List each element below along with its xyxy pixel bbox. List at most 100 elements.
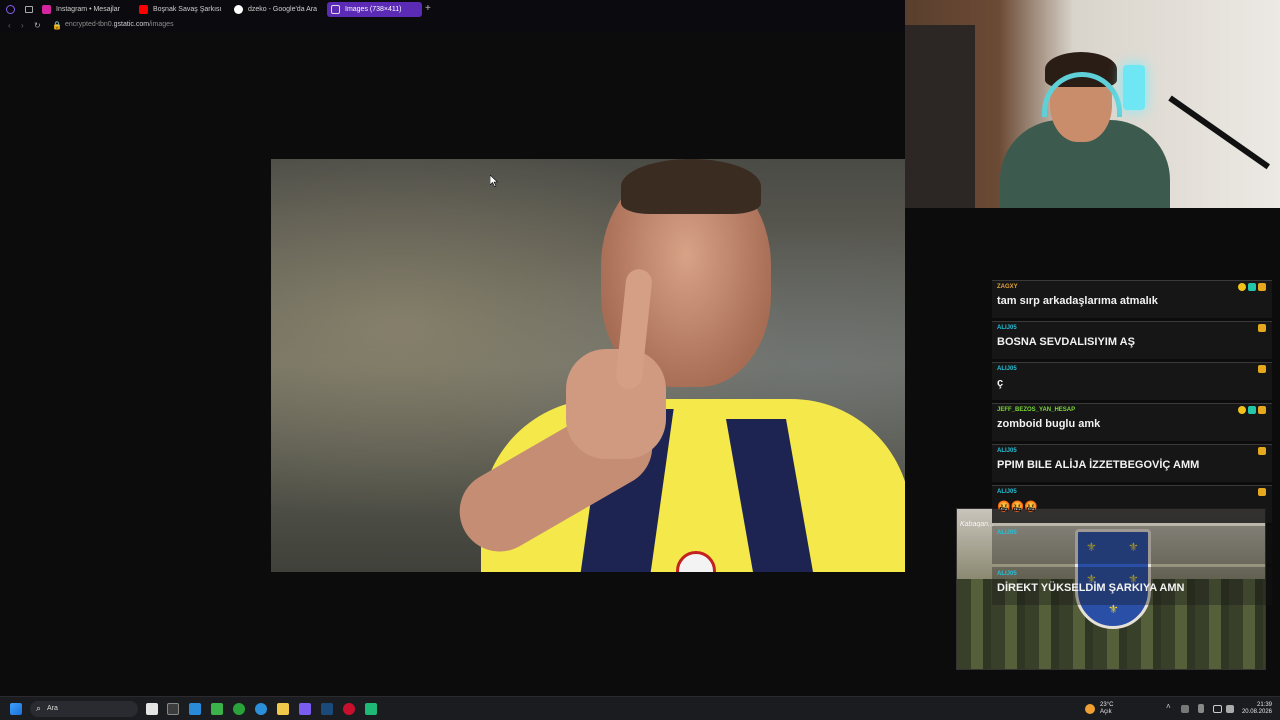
chat-username[interactable]: ZAGXY <box>997 284 1018 290</box>
webcam-door <box>905 25 975 208</box>
crown-badge-icon <box>1258 447 1266 455</box>
chat-emotes: 🤬🤬🤬 <box>997 501 1039 513</box>
chat-text: ç <box>997 377 1004 389</box>
tab-instagram[interactable]: Instagram • Mesajlar <box>38 2 133 17</box>
address-bar-row: ‹ › ↻ 🔒 encrypted-tbn0.gstatic.com/image… <box>0 19 905 33</box>
youtube-icon <box>139 5 148 14</box>
tab-label: dzeko - Google'da Ara <box>248 6 318 13</box>
coin-badge-icon <box>1238 283 1246 291</box>
speaker-icon[interactable] <box>1226 705 1234 713</box>
microphone-arm <box>1168 95 1271 170</box>
reload-icon[interactable]: ↻ <box>34 21 41 30</box>
chat-text: zomboid buglu amk <box>997 418 1101 430</box>
chat-message: ALIJ05 PPIM BILE ALİJA İZZETBEGOVİÇ AMM <box>992 444 1272 482</box>
chevron-up-icon[interactable]: ˄ <box>1166 702 1171 711</box>
crown-badge-icon <box>1258 406 1266 414</box>
clock[interactable]: 21:39 20.08.2026 <box>1236 702 1272 716</box>
chat-text: tam sırp arkadaşlarıma atmalık <box>997 295 1158 307</box>
file-explorer-icon[interactable] <box>277 703 289 715</box>
webcam-feed <box>905 0 1280 208</box>
new-tab-button[interactable]: + <box>425 3 431 14</box>
tab-overview-icon[interactable] <box>25 6 33 13</box>
tab-google[interactable]: dzeko - Google'da Ara <box>230 2 322 17</box>
weather-temp: 23°C <box>1100 702 1114 708</box>
overlay-label: Kabaqan... <box>960 521 994 528</box>
vscode-icon[interactable] <box>189 703 201 715</box>
chat-badges <box>1238 406 1266 414</box>
mic-icon[interactable] <box>1198 704 1204 713</box>
forward-icon[interactable]: › <box>21 21 24 30</box>
clock-date: 20.08.2026 <box>1241 709 1272 715</box>
tab-label: Instagram • Mesajlar <box>56 6 120 13</box>
chat-username[interactable]: JEFF_BEZOS_YAN_HESAP <box>997 407 1075 413</box>
tab-label: Images (738×411) <box>345 6 402 13</box>
lock-icon: 🔒 <box>52 21 62 30</box>
player-hair <box>621 159 761 214</box>
mouse-cursor-icon <box>490 175 498 187</box>
bolt-badge-icon <box>1248 406 1256 414</box>
tab-label: Boşnak Savaş Şarkısı <box>153 6 222 13</box>
url-prefix: encrypted-tbn0. <box>65 21 114 28</box>
stream-chat: ZAGXY tam sırp arkadaşlarıma atmalık ALI… <box>992 280 1272 610</box>
url-domain: gstatic.com <box>113 21 150 28</box>
weather-widget[interactable]: 23°C Açık <box>1100 702 1113 716</box>
obs-icon[interactable] <box>365 703 377 715</box>
network-icon[interactable] <box>1181 705 1189 713</box>
chat-username[interactable]: ALIJ05 <box>997 530 1017 536</box>
monitor-icon[interactable] <box>1213 705 1222 713</box>
crown-badge-icon <box>1258 488 1266 496</box>
clock-time: 21:39 <box>1256 702 1272 708</box>
chat-badges <box>1238 283 1266 291</box>
chat-username[interactable]: ALIJ05 <box>997 448 1017 454</box>
coin-badge-icon <box>1238 406 1246 414</box>
xbox-icon[interactable] <box>233 703 245 715</box>
chat-text: PPIM BILE ALİJA İZZETBEGOVİÇ AMM <box>997 459 1200 471</box>
terminal-icon[interactable] <box>167 703 179 715</box>
search-icon: ⌕ <box>36 703 42 713</box>
back-icon[interactable]: ‹ <box>8 21 11 30</box>
rgb-lamp <box>1123 65 1145 110</box>
chat-message: ALIJ05 <box>992 526 1272 564</box>
instagram-icon <box>42 5 51 14</box>
chat-message: ALIJ05 DİREKT YÜKSELDİM ŞARKIYA AMN <box>992 567 1272 605</box>
displayed-image[interactable] <box>271 159 905 572</box>
chat-message: ALIJ05 ç <box>992 362 1272 400</box>
crown-badge-icon <box>1258 365 1266 373</box>
chat-badges <box>1258 324 1266 332</box>
opera-icon[interactable] <box>343 703 355 715</box>
chat-message: JEFF_BEZOS_YAN_HESAP zomboid buglu amk <box>992 403 1272 441</box>
steam-icon[interactable] <box>321 703 333 715</box>
weather-icon[interactable] <box>1085 704 1095 714</box>
chat-username[interactable]: ALIJ05 <box>997 489 1017 495</box>
taskbar-search[interactable]: ⌕ Ara <box>30 701 138 717</box>
chat-badges <box>1258 488 1266 496</box>
tab-youtube[interactable]: Boşnak Savaş Şarkısı <box>135 2 225 17</box>
discord-icon[interactable] <box>299 703 311 715</box>
chat-username[interactable]: ALIJ05 <box>997 571 1017 577</box>
weather-desc: Açık <box>1100 709 1112 715</box>
chat-message: ALIJ05 BOSNA SEVDALISIYIM AŞ <box>992 321 1272 359</box>
url-field[interactable]: encrypted-tbn0.gstatic.com/images <box>65 21 174 28</box>
android-studio-icon[interactable] <box>211 703 223 715</box>
browser-menu-icon[interactable] <box>6 5 15 14</box>
bolt-badge-icon <box>1248 283 1256 291</box>
google-icon <box>234 5 243 14</box>
chat-username[interactable]: ALIJ05 <box>997 366 1017 372</box>
chat-text: BOSNA SEVDALISIYIM AŞ <box>997 336 1135 348</box>
chat-username[interactable]: ALIJ05 <box>997 325 1017 331</box>
tab-images[interactable]: Images (738×411) <box>327 2 422 17</box>
chat-badges <box>1258 447 1266 455</box>
chat-message: ZAGXY tam sırp arkadaşlarıma atmalık <box>992 280 1272 318</box>
browser-tab-bar: Instagram • Mesajlar Boşnak Savaş Şarkıs… <box>0 0 905 19</box>
chat-text: DİREKT YÜKSELDİM ŞARKIYA AMN <box>997 582 1185 594</box>
taskbar: ⌕ Ara 23°C Açık ˄ 21:39 20.08.2026 <box>0 696 1280 720</box>
edge-icon[interactable] <box>255 703 267 715</box>
search-label: Ara <box>47 705 58 712</box>
chat-message: ALIJ05 🤬🤬🤬 <box>992 485 1272 523</box>
crown-badge-icon <box>1258 324 1266 332</box>
page-icon <box>331 5 340 14</box>
chat-badges <box>1258 365 1266 373</box>
windows-start-icon[interactable] <box>10 703 22 715</box>
url-path: /images <box>149 21 174 28</box>
task-view-icon[interactable] <box>146 703 158 715</box>
